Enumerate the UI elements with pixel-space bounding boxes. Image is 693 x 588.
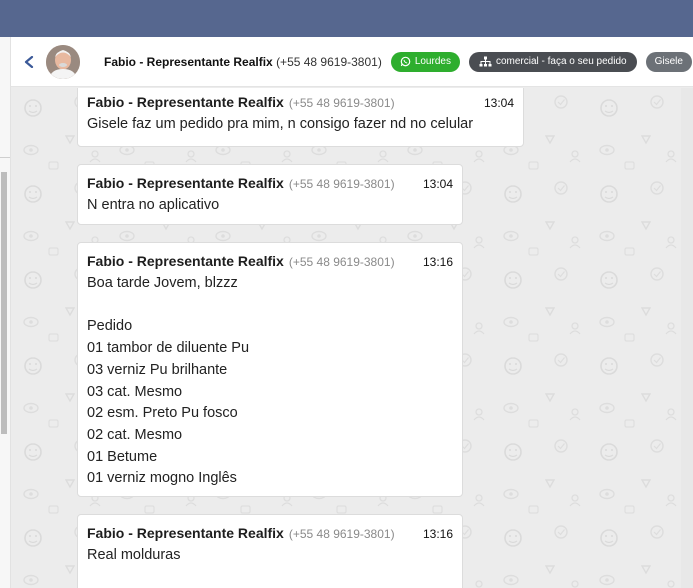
message-time: 13:16 (422, 527, 453, 541)
whatsapp-icon (400, 56, 411, 67)
app-top-bar (0, 0, 693, 37)
message-time: 13:04 (422, 177, 453, 191)
tag-label: Gisele (654, 56, 683, 67)
message-sender: Fabio - Representante Realfix (87, 525, 284, 541)
divider (0, 157, 10, 158)
message-text: Boa tarde Jovem, blzzz Pedido 01 tambor … (87, 275, 250, 487)
tag-comercial[interactable]: comercial - faça o seu pedido (468, 51, 637, 72)
contact-phone: (+55 48 9619-3801) (276, 54, 382, 69)
left-panel-edge (0, 37, 11, 588)
message-bubble[interactable]: Fabio - Representante Realfix (+55 48 96… (77, 514, 463, 588)
tag-lourdes[interactable]: Lourdes (390, 51, 460, 72)
message-sender: Fabio - Representante Realfix (87, 175, 284, 191)
contact-name: Fabio - Representante Realfix (+55 48 96… (104, 55, 382, 69)
message-text: Gisele faz um pedido pra mim, n consigo … (87, 116, 474, 132)
tag-gisele[interactable]: Gisele (645, 51, 692, 72)
chat-header: Fabio - Representante Realfix (+55 48 96… (11, 37, 693, 87)
sitemap-icon (479, 56, 492, 67)
tag-label: Lourdes (414, 56, 451, 67)
message-sender-phone: (+55 48 9619-3801) (288, 255, 395, 269)
chat-area[interactable]: Fabio - Representante Realfix (+55 48 96… (11, 88, 693, 588)
avatar[interactable] (46, 44, 80, 79)
message-sender: Fabio - Representante Realfix (87, 253, 284, 269)
chat-scrollbar[interactable] (681, 88, 693, 588)
message-text: Real molduras (87, 547, 181, 563)
message-sender-phone: (+55 48 9619-3801) (288, 527, 395, 541)
message-time: 13:16 (422, 255, 453, 269)
message-time: 13:04 (483, 96, 514, 110)
contact-name-text: Fabio - Representante Realfix (104, 54, 273, 69)
message-sender: Fabio - Representante Realfix (87, 94, 284, 110)
tag-label: comercial - faça o seu pedido (495, 56, 627, 67)
message-sender-phone: (+55 48 9619-3801) (288, 96, 395, 110)
message-bubble[interactable]: Fabio - Representante Realfix (+55 48 96… (77, 88, 524, 147)
left-scrollbar-thumb[interactable] (1, 172, 7, 434)
back-arrow-icon[interactable] (23, 55, 35, 68)
message-sender-phone: (+55 48 9619-3801) (288, 177, 395, 191)
message-bubble[interactable]: Fabio - Representante Realfix (+55 48 96… (77, 164, 463, 225)
message-bubble[interactable]: Fabio - Representante Realfix (+55 48 96… (77, 242, 463, 497)
message-text: N entra no aplicativo (87, 197, 220, 213)
